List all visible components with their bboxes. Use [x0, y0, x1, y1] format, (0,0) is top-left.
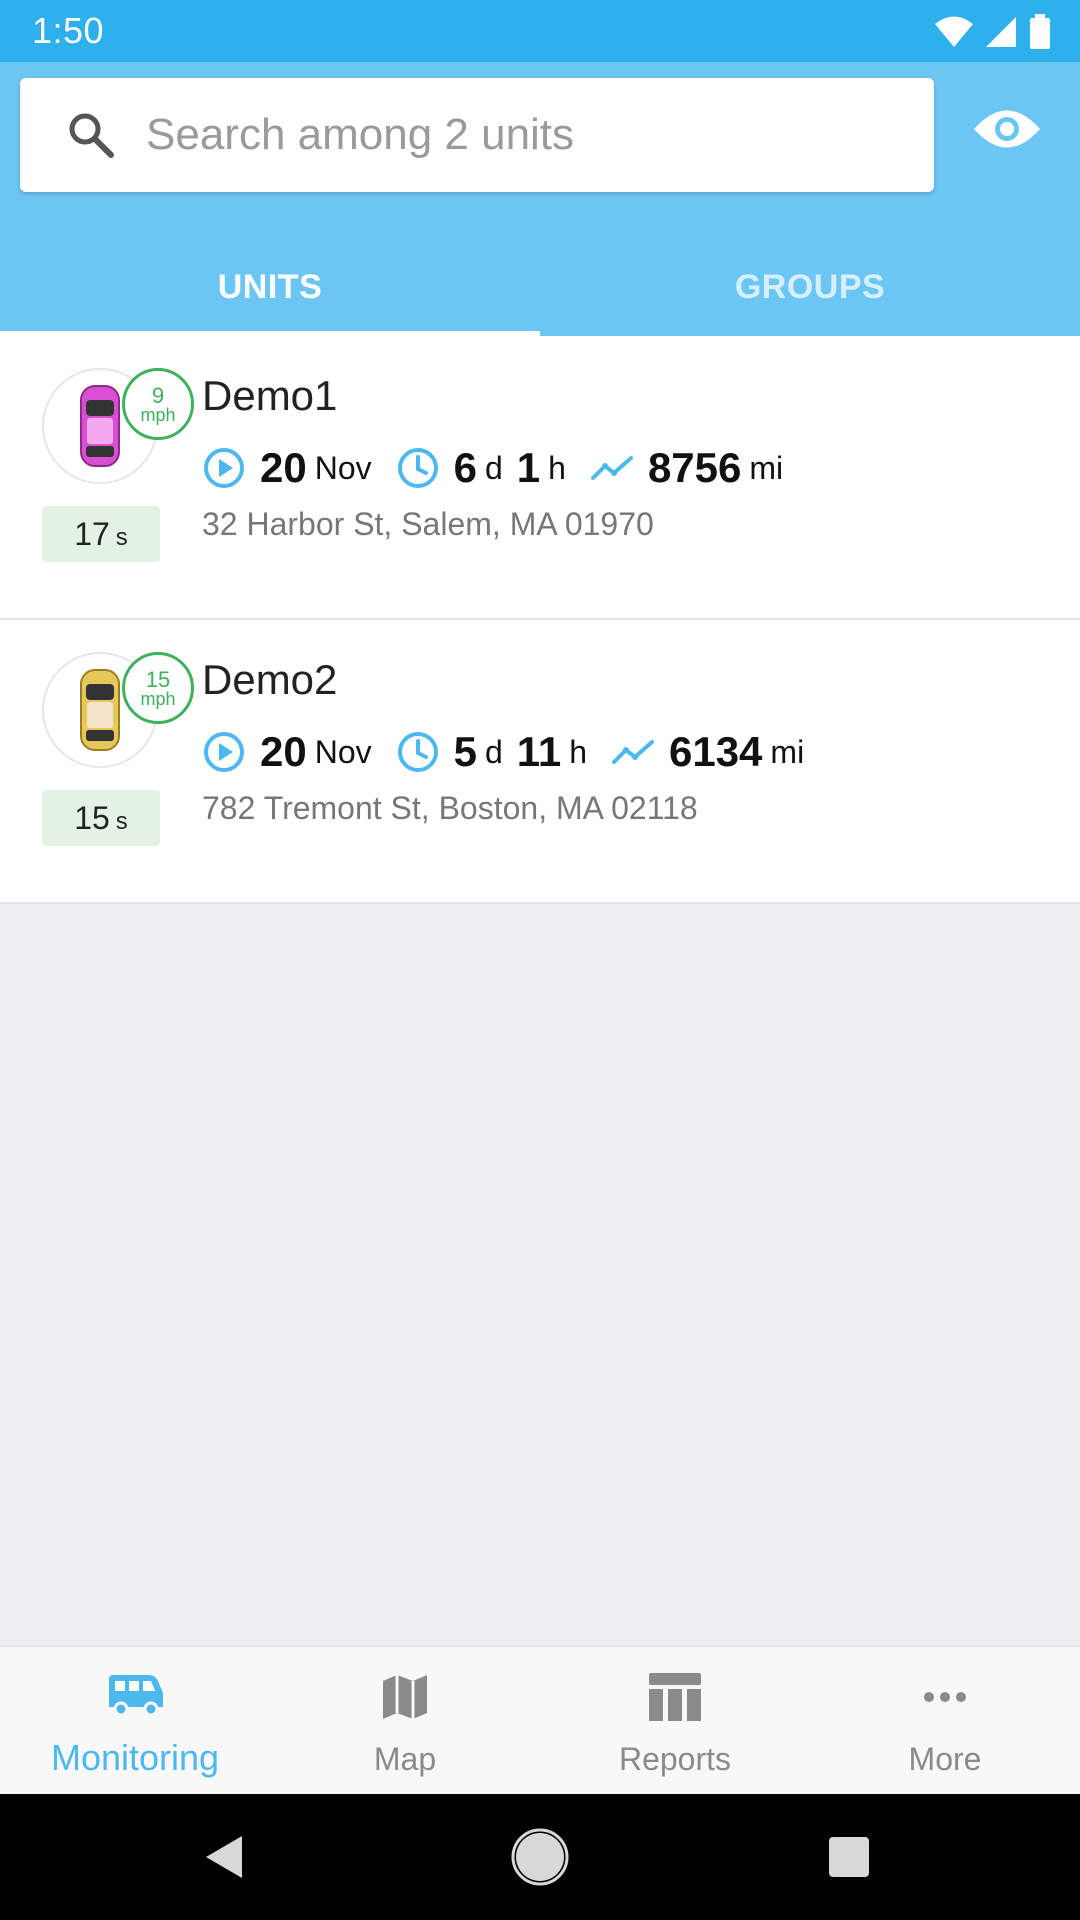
status-time: 1:50	[32, 10, 105, 51]
clock-icon	[397, 732, 438, 772]
home-icon[interactable]	[507, 1824, 573, 1890]
nav-label: Map	[373, 1741, 437, 1777]
more-icon	[924, 1692, 966, 1702]
system-nav-bar	[0, 1794, 1080, 1920]
unit-stats: 20 Nov 5 d 11 h 6134 mi	[202, 724, 828, 780]
unit-name: Demo2	[202, 656, 338, 703]
status-bar: 1:50	[0, 0, 1080, 62]
reports-icon	[649, 1673, 701, 1721]
duration-days: 6	[453, 444, 477, 491]
unit-name: Demo1	[202, 372, 338, 419]
car-shape	[80, 669, 120, 751]
duration-stat: 6 d 1 h	[396, 444, 566, 492]
play-circle-icon	[204, 448, 244, 488]
unit-address: 32 Harbor St, Salem, MA 01970	[202, 506, 654, 542]
nav-reports[interactable]: Reports	[540, 1647, 810, 1795]
car-shape	[80, 385, 120, 467]
speed-value: 15	[145, 666, 171, 692]
last-update-value: 17	[74, 516, 110, 552]
mileage-unit: mi	[770, 733, 805, 770]
tab-bar: UNITS GROUPS	[0, 238, 1080, 336]
mileage-stat: 6134 mi	[611, 728, 804, 776]
unit-stats: 20 Nov 6 d 1 h 8756 mi	[202, 440, 807, 496]
battery-icon	[1030, 14, 1050, 49]
mileage-stat: 8756 mi	[590, 444, 783, 492]
play-circle-icon	[204, 732, 244, 772]
duration-days: 5	[453, 728, 477, 775]
last-update-badge: 15 s	[42, 790, 160, 846]
date-month: Nov	[314, 733, 372, 770]
last-update-unit: s	[115, 808, 128, 835]
wifi-icon	[935, 16, 973, 47]
duration-stat: 5 d 11 h	[396, 728, 587, 776]
unit-address: 782 Tremont St, Boston, MA 02118	[202, 790, 698, 826]
search-box[interactable]	[20, 78, 934, 192]
date-stat: 20 Nov	[202, 728, 372, 776]
cell-signal-icon	[986, 17, 1016, 47]
unit-row[interactable]: 9 mph 17 s Demo1 20 Nov 6 d 1 h 8756 mi …	[0, 336, 1080, 620]
duration-days-unit: d	[484, 449, 503, 486]
duration-hours-unit: h	[548, 449, 566, 486]
eye-icon[interactable]	[972, 104, 1042, 154]
app-header: UNITS GROUPS	[0, 62, 1080, 336]
date-day: 20	[260, 444, 307, 491]
status-icons	[934, 12, 1052, 52]
date-stat: 20 Nov	[202, 444, 372, 492]
map-icon	[383, 1675, 427, 1719]
trend-line-icon	[611, 740, 654, 764]
nav-monitoring[interactable]: Monitoring	[0, 1647, 270, 1795]
clock-icon	[397, 448, 438, 488]
last-update-unit: s	[115, 524, 128, 551]
date-day: 20	[260, 728, 307, 775]
tab-groups[interactable]: GROUPS	[540, 238, 1080, 336]
bus-icon	[109, 1675, 163, 1717]
search-input[interactable]	[124, 78, 914, 192]
date-month: Nov	[314, 449, 372, 486]
speed-unit: mph	[140, 688, 176, 709]
nav-more[interactable]: More	[810, 1647, 1080, 1795]
last-update-badge: 17 s	[42, 506, 160, 562]
duration-days-unit: d	[484, 733, 503, 770]
mileage-unit: mi	[749, 449, 784, 486]
bottom-nav: Monitoring Map Reports More	[0, 1646, 1080, 1794]
search-icon	[69, 113, 114, 158]
speed-value: 9	[151, 382, 165, 408]
mileage-value: 6134	[668, 728, 763, 775]
duration-hours: 11	[516, 728, 562, 775]
duration-hours: 1	[516, 444, 541, 491]
speed-badge: 15 mph	[122, 652, 194, 724]
last-update-value: 15	[74, 800, 110, 836]
tab-units[interactable]: UNITS	[0, 238, 540, 336]
unit-row[interactable]: 15 mph 15 s Demo2 20 Nov 5 d 11 h 6134 m…	[0, 620, 1080, 904]
nav-label: Monitoring	[50, 1737, 220, 1778]
speed-badge: 9 mph	[122, 368, 194, 440]
mileage-value: 8756	[647, 444, 742, 491]
speed-unit: mph	[140, 404, 176, 425]
duration-hours-unit: h	[569, 733, 587, 770]
recents-icon[interactable]	[816, 1824, 882, 1890]
back-icon[interactable]	[190, 1824, 256, 1890]
unit-list: 9 mph 17 s Demo1 20 Nov 6 d 1 h 8756 mi …	[0, 336, 1080, 904]
trend-line-icon	[590, 456, 633, 480]
nav-map[interactable]: Map	[270, 1647, 540, 1795]
nav-label: More	[908, 1741, 982, 1777]
nav-label: Reports	[618, 1741, 732, 1777]
